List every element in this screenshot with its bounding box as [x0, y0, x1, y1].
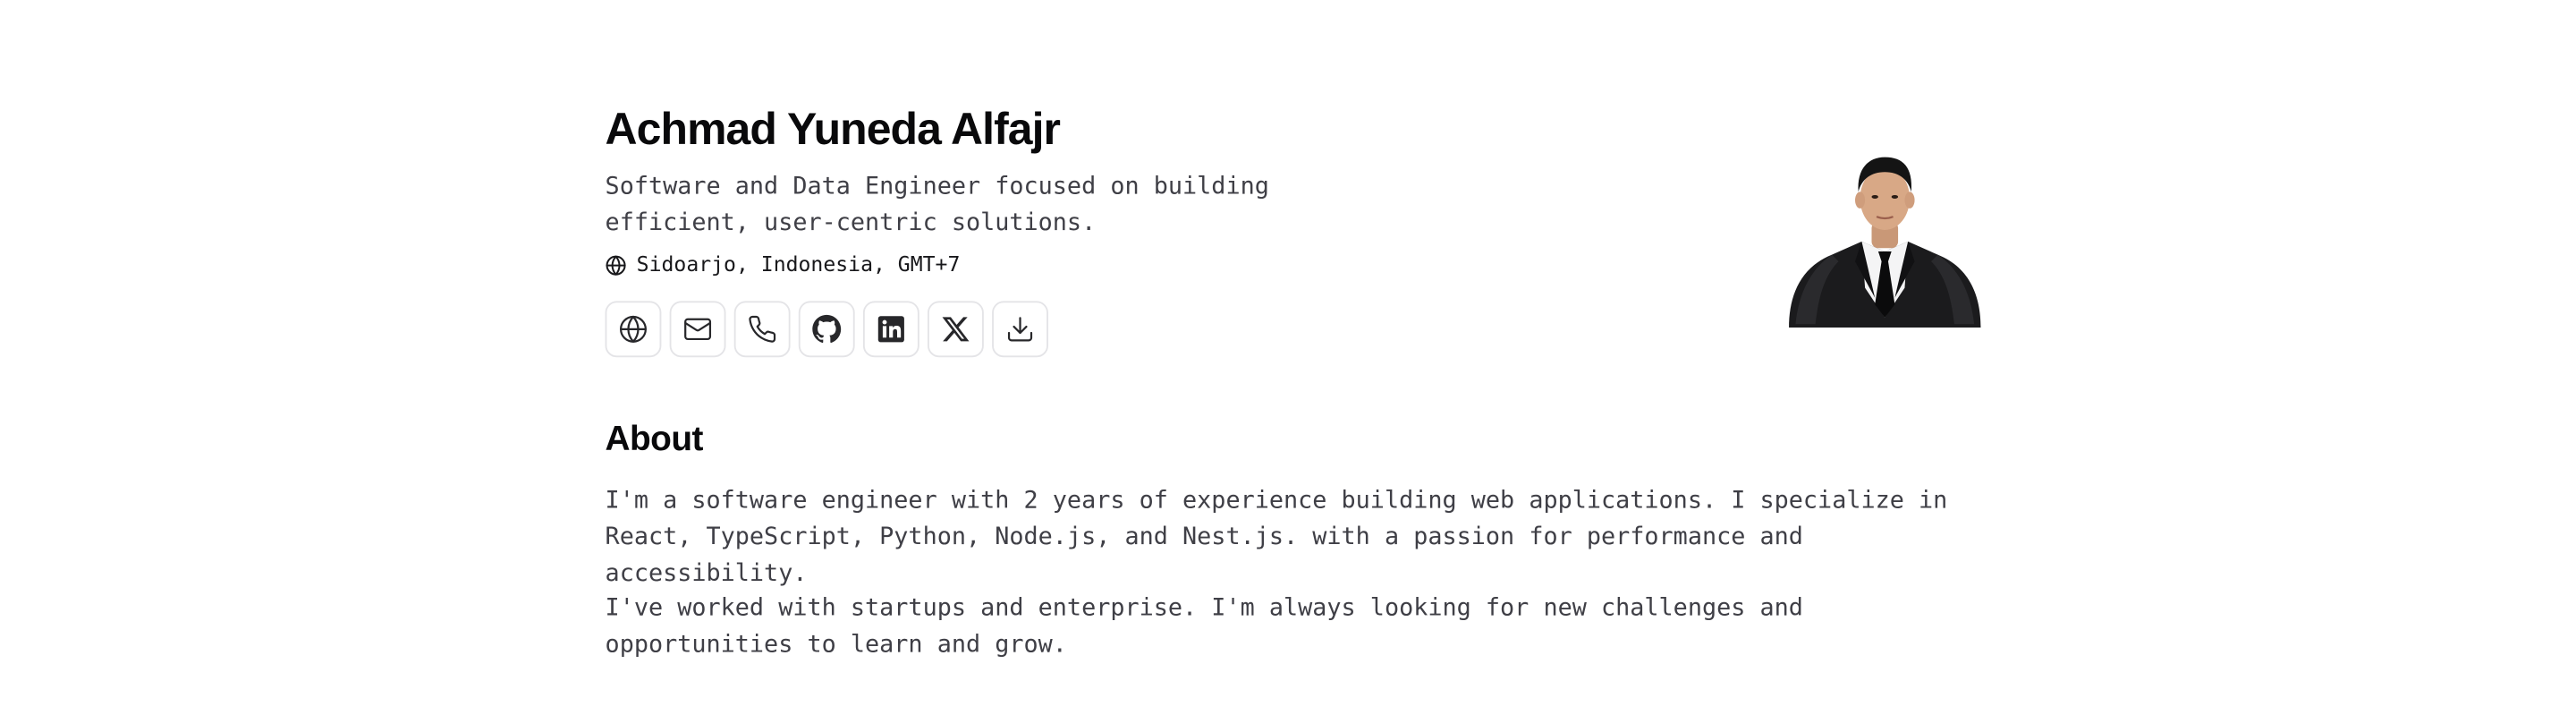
profile-tagline: Software and Data Engineer focused on bu… [605, 174, 1269, 237]
website-button[interactable] [605, 301, 662, 358]
download-button[interactable] [992, 301, 1048, 358]
x-icon [942, 317, 970, 342]
mail-icon [684, 318, 712, 341]
profile-name: Achmad Yuneda Alfajr [605, 104, 1061, 154]
globe-icon [606, 254, 626, 275]
phone-icon [749, 315, 776, 343]
globe-icon [620, 315, 647, 343]
location-row: Sidoarjo, Indonesia, GMT+7 [606, 251, 1981, 278]
about-paragraph-1: I'm a software engineer with 2 years of … [605, 488, 1948, 587]
about-text: I'm a software engineer with 2 years of … [606, 485, 1995, 665]
email-button[interactable] [669, 301, 726, 358]
location-text: Sidoarjo, Indonesia, GMT+7 [636, 251, 961, 277]
linkedin-icon [877, 316, 904, 343]
github-button[interactable] [798, 301, 855, 358]
page: Achmad Yuneda Alfajr Software and Data E… [0, 0, 2576, 715]
x-button[interactable] [928, 301, 984, 358]
about-heading: About [605, 420, 704, 459]
phone-button[interactable] [733, 301, 791, 358]
header-section: Achmad Yuneda Alfajr Software and Data E… [605, 99, 1981, 358]
download-icon [1007, 317, 1033, 342]
avatar [1789, 157, 1981, 328]
about-paragraph-2: I've worked with startups and enterprise… [605, 596, 1803, 660]
social-links [605, 301, 1981, 358]
linkedin-button[interactable] [862, 301, 919, 358]
github-icon [812, 314, 842, 344]
